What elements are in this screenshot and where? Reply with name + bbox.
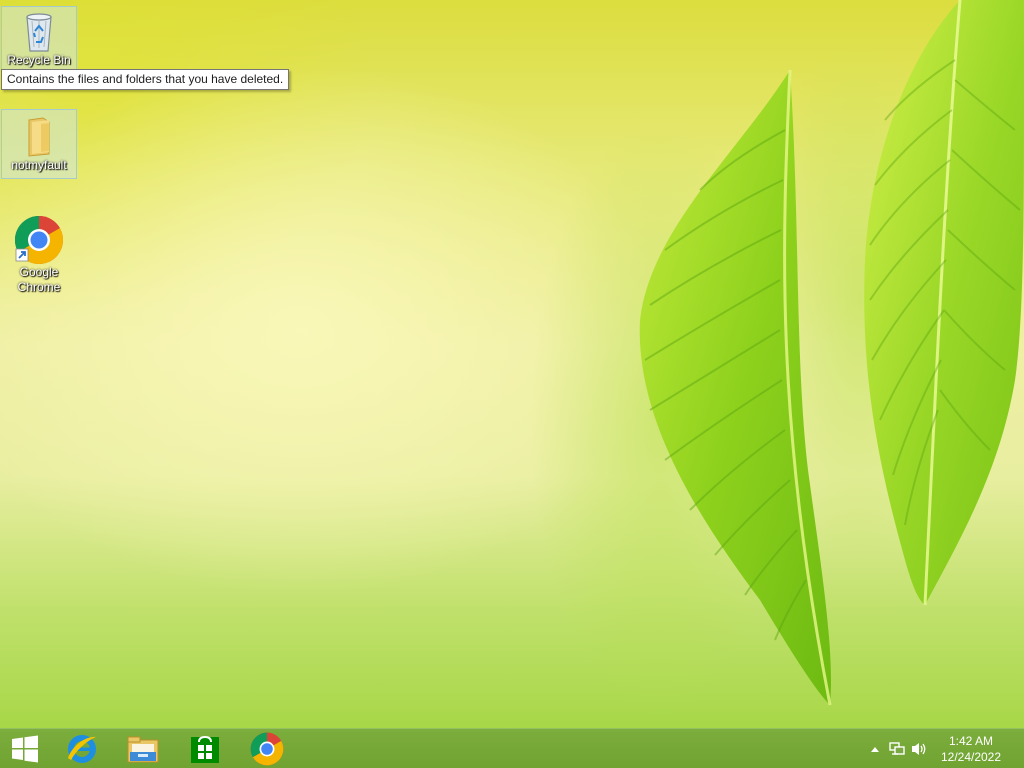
recycle-bin-icon	[26, 13, 52, 52]
windows-logo-icon	[12, 735, 38, 763]
clock[interactable]: 1:42 AM 12/24/2022	[930, 733, 1024, 765]
chrome-icon	[250, 732, 284, 766]
volume-button[interactable]	[908, 729, 930, 768]
desktop-icon-label: Recycle Bin	[7, 53, 71, 67]
desktop[interactable]: Recycle Bin Contains the files and folde…	[0, 0, 1024, 768]
network-icon	[889, 742, 905, 755]
taskbar-internet-explorer[interactable]	[54, 729, 110, 768]
folder-icon	[28, 117, 50, 157]
desktop-icon-label: Google Chrome	[17, 265, 61, 294]
chrome-icon	[14, 216, 64, 265]
tooltip: Contains the files and folders that you …	[1, 69, 290, 90]
desktop-icon-label: notmyfault	[11, 158, 67, 172]
taskbar-file-explorer[interactable]	[115, 729, 171, 768]
internet-explorer-icon	[68, 735, 96, 763]
file-explorer-icon	[127, 736, 159, 763]
desktop-icon-recycle-bin[interactable]: Recycle Bin	[1, 6, 77, 70]
chevron-up-icon	[871, 747, 879, 752]
taskbar-google-chrome[interactable]	[239, 729, 295, 768]
taskbar-store[interactable]	[177, 729, 233, 768]
system-tray: 1:42 AM 12/24/2022	[864, 729, 1024, 768]
network-button[interactable]	[886, 729, 908, 768]
wallpaper-leaves	[530, 0, 1024, 720]
clock-time: 1:42 AM	[948, 734, 994, 748]
desktop-icon-notmyfault[interactable]: notmyfault	[1, 109, 77, 179]
clock-date: 12/24/2022	[940, 750, 1002, 764]
desktop-icon-google-chrome[interactable]: Google Chrome	[1, 212, 77, 298]
show-hidden-icons-button[interactable]	[864, 729, 886, 768]
store-icon	[191, 735, 219, 763]
start-button[interactable]	[0, 729, 50, 768]
taskbar: 1:42 AM 12/24/2022	[0, 728, 1024, 768]
volume-icon	[912, 743, 926, 755]
